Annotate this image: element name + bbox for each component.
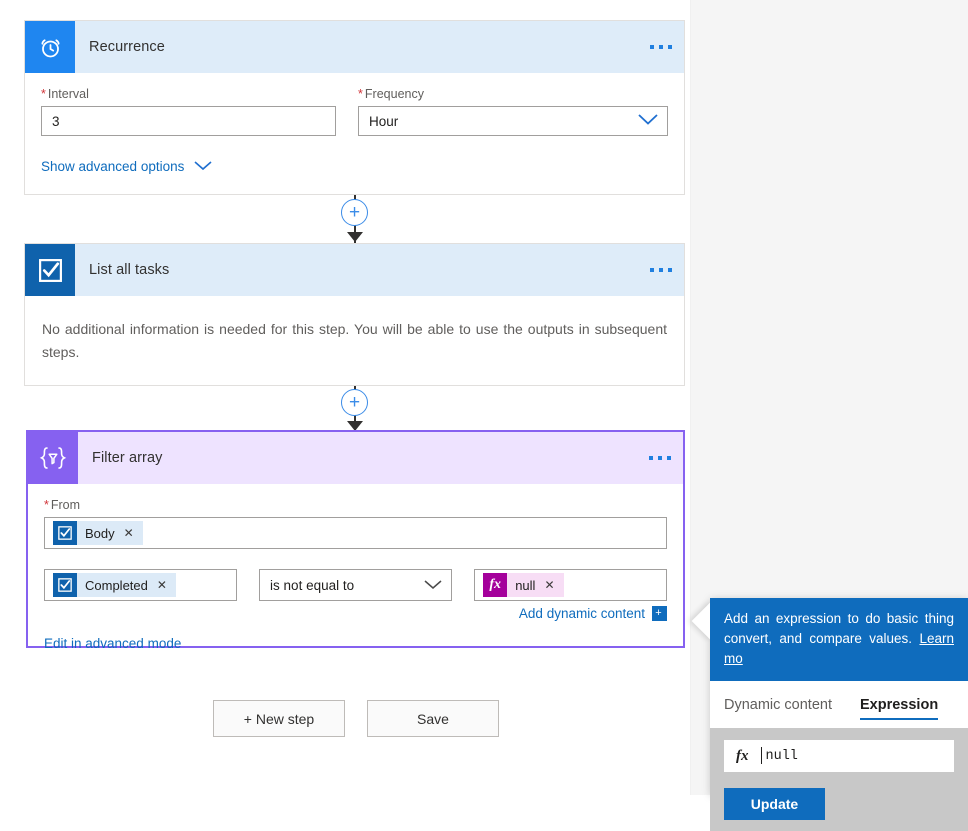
flyout-banner: Add an expression to do basic thing conv… <box>710 598 968 681</box>
add-icon[interactable]: + <box>652 606 667 621</box>
show-advanced-options-label: Show advanced options <box>41 158 185 174</box>
show-advanced-options[interactable]: Show advanced options <box>41 158 668 174</box>
token-body[interactable]: Body ✕ <box>53 521 143 545</box>
tab-dynamic-content[interactable]: Dynamic content <box>724 681 832 728</box>
required-asterisk: * <box>44 498 49 512</box>
edit-advanced-mode-label: Edit in advanced mode <box>44 636 182 651</box>
condition-right-wrapper: fx null ✕ Add dynamic content + <box>474 569 667 621</box>
expression-flyout[interactable]: Add an expression to do basic thing conv… <box>691 598 968 831</box>
token-body-label: Body <box>85 525 115 541</box>
expression-input[interactable]: fx null <box>724 740 954 772</box>
required-asterisk: * <box>41 87 46 101</box>
card-filter-array-menu-icon[interactable] <box>637 432 683 484</box>
token-null-label: null <box>515 577 536 593</box>
interval-input[interactable]: 3 <box>41 106 337 136</box>
condition-operator-select[interactable]: is not equal to <box>259 569 453 601</box>
card-list-all-tasks-body: No additional information is needed for … <box>25 296 684 386</box>
new-step-button[interactable]: + New step <box>213 700 345 737</box>
interval-value: 3 <box>52 113 60 129</box>
designer-actions: + New step Save <box>213 700 499 737</box>
flyout-tabs: Dynamic content Expression <box>710 681 968 728</box>
interval-field: * Interval 3 <box>41 87 337 136</box>
card-list-all-tasks-header[interactable]: List all tasks <box>25 244 684 296</box>
condition-row: Completed ✕ is not equal to fx null ✕ Ad… <box>44 569 667 621</box>
card-recurrence-title: Recurrence <box>89 39 165 55</box>
card-list-all-tasks-title: List all tasks <box>89 262 170 278</box>
card-recurrence-menu-icon[interactable] <box>638 21 684 73</box>
remove-token-icon[interactable]: ✕ <box>544 578 554 592</box>
frequency-label: * Frequency <box>358 87 424 101</box>
arrow-head-icon <box>347 232 363 242</box>
remove-token-icon[interactable]: ✕ <box>157 578 167 592</box>
condition-operator-value: is not equal to <box>270 577 355 593</box>
alarm-clock-icon <box>25 21 75 73</box>
insert-step-button[interactable]: + <box>341 199 368 226</box>
update-button[interactable]: Update <box>724 788 825 820</box>
connector-list-to-filter: + <box>335 386 375 434</box>
from-label: * From <box>44 498 81 512</box>
chevron-down-icon <box>637 113 659 129</box>
tab-expression[interactable]: Expression <box>860 681 939 728</box>
edit-advanced-mode-link[interactable]: Edit in advanced mode <box>44 635 667 651</box>
from-input[interactable]: Body ✕ <box>44 517 667 549</box>
condition-right-input[interactable]: fx null ✕ <box>474 569 667 601</box>
card-list-all-tasks[interactable]: List all tasks No additional information… <box>24 243 685 386</box>
add-dynamic-content-button[interactable]: Add dynamic content + <box>474 606 667 621</box>
checkbox-icon <box>25 244 75 296</box>
function-icon: fx <box>483 573 508 597</box>
frequency-value: Hour <box>369 113 399 129</box>
card-filter-array-title: Filter array <box>92 450 163 466</box>
filter-braces-icon <box>28 432 78 484</box>
token-null-expression[interactable]: fx null ✕ <box>483 573 564 597</box>
add-dynamic-content-label: Add dynamic content <box>518 606 645 621</box>
condition-left-input[interactable]: Completed ✕ <box>44 569 238 601</box>
card-filter-array-body: * From Body ✕ Completed ✕ is not equal t… <box>28 484 683 651</box>
checkbox-icon <box>53 573 77 597</box>
token-completed-label: Completed <box>85 577 148 593</box>
card-recurrence-header[interactable]: Recurrence <box>25 21 684 73</box>
card-recurrence[interactable]: Recurrence * Interval 3 * Frequency Hour… <box>24 20 685 195</box>
token-completed[interactable]: Completed ✕ <box>53 573 176 597</box>
connector-recurrence-to-list: + <box>335 195 375 245</box>
flyout-body: fx null Update <box>710 728 968 831</box>
interval-label: * Interval <box>41 87 89 101</box>
flow-designer-canvas: Recurrence * Interval 3 * Frequency Hour… <box>0 0 690 795</box>
step-info-text: No additional information is needed for … <box>42 321 667 360</box>
card-filter-array[interactable]: Filter array * From Body ✕ Completed ✕ i… <box>26 430 685 651</box>
required-asterisk: * <box>358 87 363 101</box>
chevron-down-icon <box>423 578 443 593</box>
checkbox-icon <box>53 521 77 545</box>
card-list-all-tasks-menu-icon[interactable] <box>638 244 684 296</box>
frequency-select[interactable]: Hour <box>358 106 668 136</box>
remove-token-icon[interactable]: ✕ <box>124 526 134 540</box>
save-button[interactable]: Save <box>367 700 499 737</box>
function-icon: fx <box>736 747 749 764</box>
insert-step-button[interactable]: + <box>341 389 368 416</box>
chevron-down-icon <box>193 158 213 174</box>
card-filter-array-header[interactable]: Filter array <box>28 432 683 484</box>
expression-value: null <box>760 746 798 764</box>
card-recurrence-body: * Interval 3 * Frequency Hour Show advan… <box>25 73 684 190</box>
frequency-field: * Frequency Hour <box>358 87 668 136</box>
